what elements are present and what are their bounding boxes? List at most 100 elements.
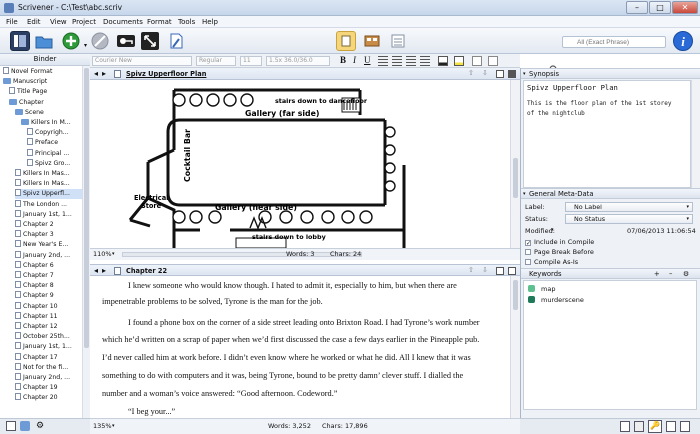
gear-icon[interactable]: ⚙ [36,421,44,431]
binder-item[interactable]: Chapter 19 [15,383,83,393]
binder-item[interactable]: Chapter [9,98,83,108]
menu-help[interactable]: Help [202,18,218,26]
close-split-icon[interactable] [508,267,516,275]
highlight-icon[interactable] [454,56,464,66]
editor2-scroll-thumb[interactable] [513,280,518,310]
maximize-button[interactable]: □ [649,1,671,14]
italic-icon[interactable]: I [353,55,356,65]
editor1-zoom[interactable]: 110% [93,249,112,260]
editor2-scrollbar[interactable] [510,276,520,418]
binder-item[interactable]: Manuscript [3,77,83,87]
binder-item[interactable]: January 2nd, ... [15,373,83,383]
synopsis-text-line2[interactable]: of the nightclub [527,110,585,117]
add-folder-icon[interactable] [20,421,30,431]
editor2-zoom[interactable]: 135% [93,419,112,434]
keywords-tab-icon[interactable]: 🔑 [648,420,662,433]
nav-forward-icon[interactable]: ▸ [102,266,106,275]
minimize-button[interactable]: – [626,1,648,14]
binder-scroll-thumb[interactable] [84,68,89,348]
include-in-compile-checkbox[interactable]: ✓ Include in Compile [525,238,594,247]
remove-keyword-button[interactable]: – [669,269,672,279]
justify-icon[interactable] [420,56,430,66]
synopsis-scrollbar[interactable] [691,80,700,188]
view-mode-text-button[interactable] [336,31,356,51]
binder-item[interactable]: October 25th... [15,332,83,342]
add-button[interactable] [62,31,82,51]
binder-item[interactable]: Killers In Mas... [15,169,83,179]
collections-button[interactable] [34,31,54,51]
binder-item[interactable]: Principal ... [27,148,83,159]
notes-icon[interactable] [620,421,630,432]
status-select[interactable]: No Status ▾ [565,214,693,224]
keyword-item[interactable]: murderscene [528,296,584,304]
synopsis-area[interactable]: Spivz Upperfloor Plan This is the floor … [523,80,691,188]
snapshots-icon[interactable] [666,421,676,432]
binder-item[interactable]: Chapter 12 [15,322,83,332]
binder-item[interactable]: Chapter 9 [15,291,83,301]
menu-edit[interactable]: Edit [27,18,41,26]
binder-item[interactable]: Chapter 2 [15,220,83,230]
list-icon[interactable] [472,56,482,66]
inspector-button[interactable] [166,31,186,51]
full-screen-button[interactable] [140,31,160,51]
binder-item[interactable]: Not for the fi... [15,362,83,373]
move-up-icon[interactable]: ⇧ [468,69,474,77]
binder-item[interactable]: Chapter 20 [15,393,83,403]
font-family-select[interactable]: Courier New [92,56,192,66]
binder-item[interactable]: Spivz Upperfl... [15,189,83,200]
page-break-before-checkbox[interactable]: Page Break Before [525,248,594,256]
editor1-scrollbar[interactable] [510,80,520,248]
binder-item[interactable]: Title Page [9,87,83,97]
binder-item[interactable]: Chapter 10 [15,301,83,312]
binder-item[interactable]: Scene [15,108,83,118]
lock-in-place-button[interactable] [116,31,136,51]
metadata-header[interactable]: ▾ General Meta-Data [521,188,700,199]
chevron-down-icon[interactable]: ▾ [551,227,554,233]
label-select[interactable]: No Label ▾ [565,202,693,212]
binder-item[interactable]: Chapter 3 [15,230,83,240]
align-center-icon[interactable] [392,56,402,66]
gear-icon[interactable]: ⚙ [683,269,689,279]
search-input[interactable] [562,36,666,48]
binder-item[interactable]: Killers In M... [21,118,83,128]
binder-item[interactable]: Copyrigh... [27,128,83,138]
binder-scrollbar[interactable] [82,66,90,418]
compile-as-is-checkbox[interactable]: Compile As-Is [525,258,578,266]
nav-forward-icon[interactable]: ▸ [102,69,106,78]
move-down-icon[interactable]: ⇩ [482,266,488,274]
bold-icon[interactable]: B [340,55,346,65]
binder-item[interactable]: Chapter 6 [15,260,83,271]
editor1-scroll-thumb[interactable] [513,158,518,198]
binder-item[interactable]: New Year's E... [15,240,83,250]
menu-format[interactable]: Format [147,18,172,26]
binder-toggle-button[interactable] [10,31,30,51]
chevron-down-icon[interactable]: ▾ [112,249,115,260]
move-up-icon[interactable]: ⇧ [468,266,474,274]
binder-item[interactable]: January 2nd, ... [15,250,83,261]
synopsis-text-line1[interactable]: This is the floor plan of the 1st storey [527,100,672,107]
view-mode-outliner-button[interactable] [388,31,408,51]
align-left-icon[interactable] [378,56,388,66]
chevron-down-icon[interactable]: ▾ [112,419,115,434]
font-style-select[interactable]: Regular [196,56,236,66]
table-icon[interactable] [488,56,498,66]
menu-documents[interactable]: Documents [103,18,143,26]
binder-item[interactable]: Chapter 7 [15,271,83,281]
binder-item[interactable]: The London ... [15,199,83,210]
binder-item[interactable]: Preface [27,138,83,148]
split-icon[interactable] [496,70,504,78]
menu-view[interactable]: View [50,18,67,26]
chevron-down-icon[interactable]: ▾ [84,42,87,49]
editor1-title[interactable]: Spivz Upperfloor Plan [126,70,206,78]
menu-project[interactable]: Project [72,18,96,26]
add-doc-icon[interactable] [6,421,16,431]
editor2-title[interactable]: Chapter 22 [126,267,167,275]
nav-back-icon[interactable]: ◂ [94,266,98,275]
editor-split-toggle-icon[interactable] [508,70,516,78]
line-spacing-select[interactable]: 1.5x 36.0/36.0 [266,56,330,66]
comments-icon[interactable] [680,421,690,432]
nav-back-icon[interactable]: ◂ [94,69,98,78]
chevron-down-icon[interactable]: ▾ [523,69,526,79]
binder-item[interactable]: Killers In Mas... [15,179,83,189]
binder-item[interactable]: Chapter 17 [15,352,83,363]
